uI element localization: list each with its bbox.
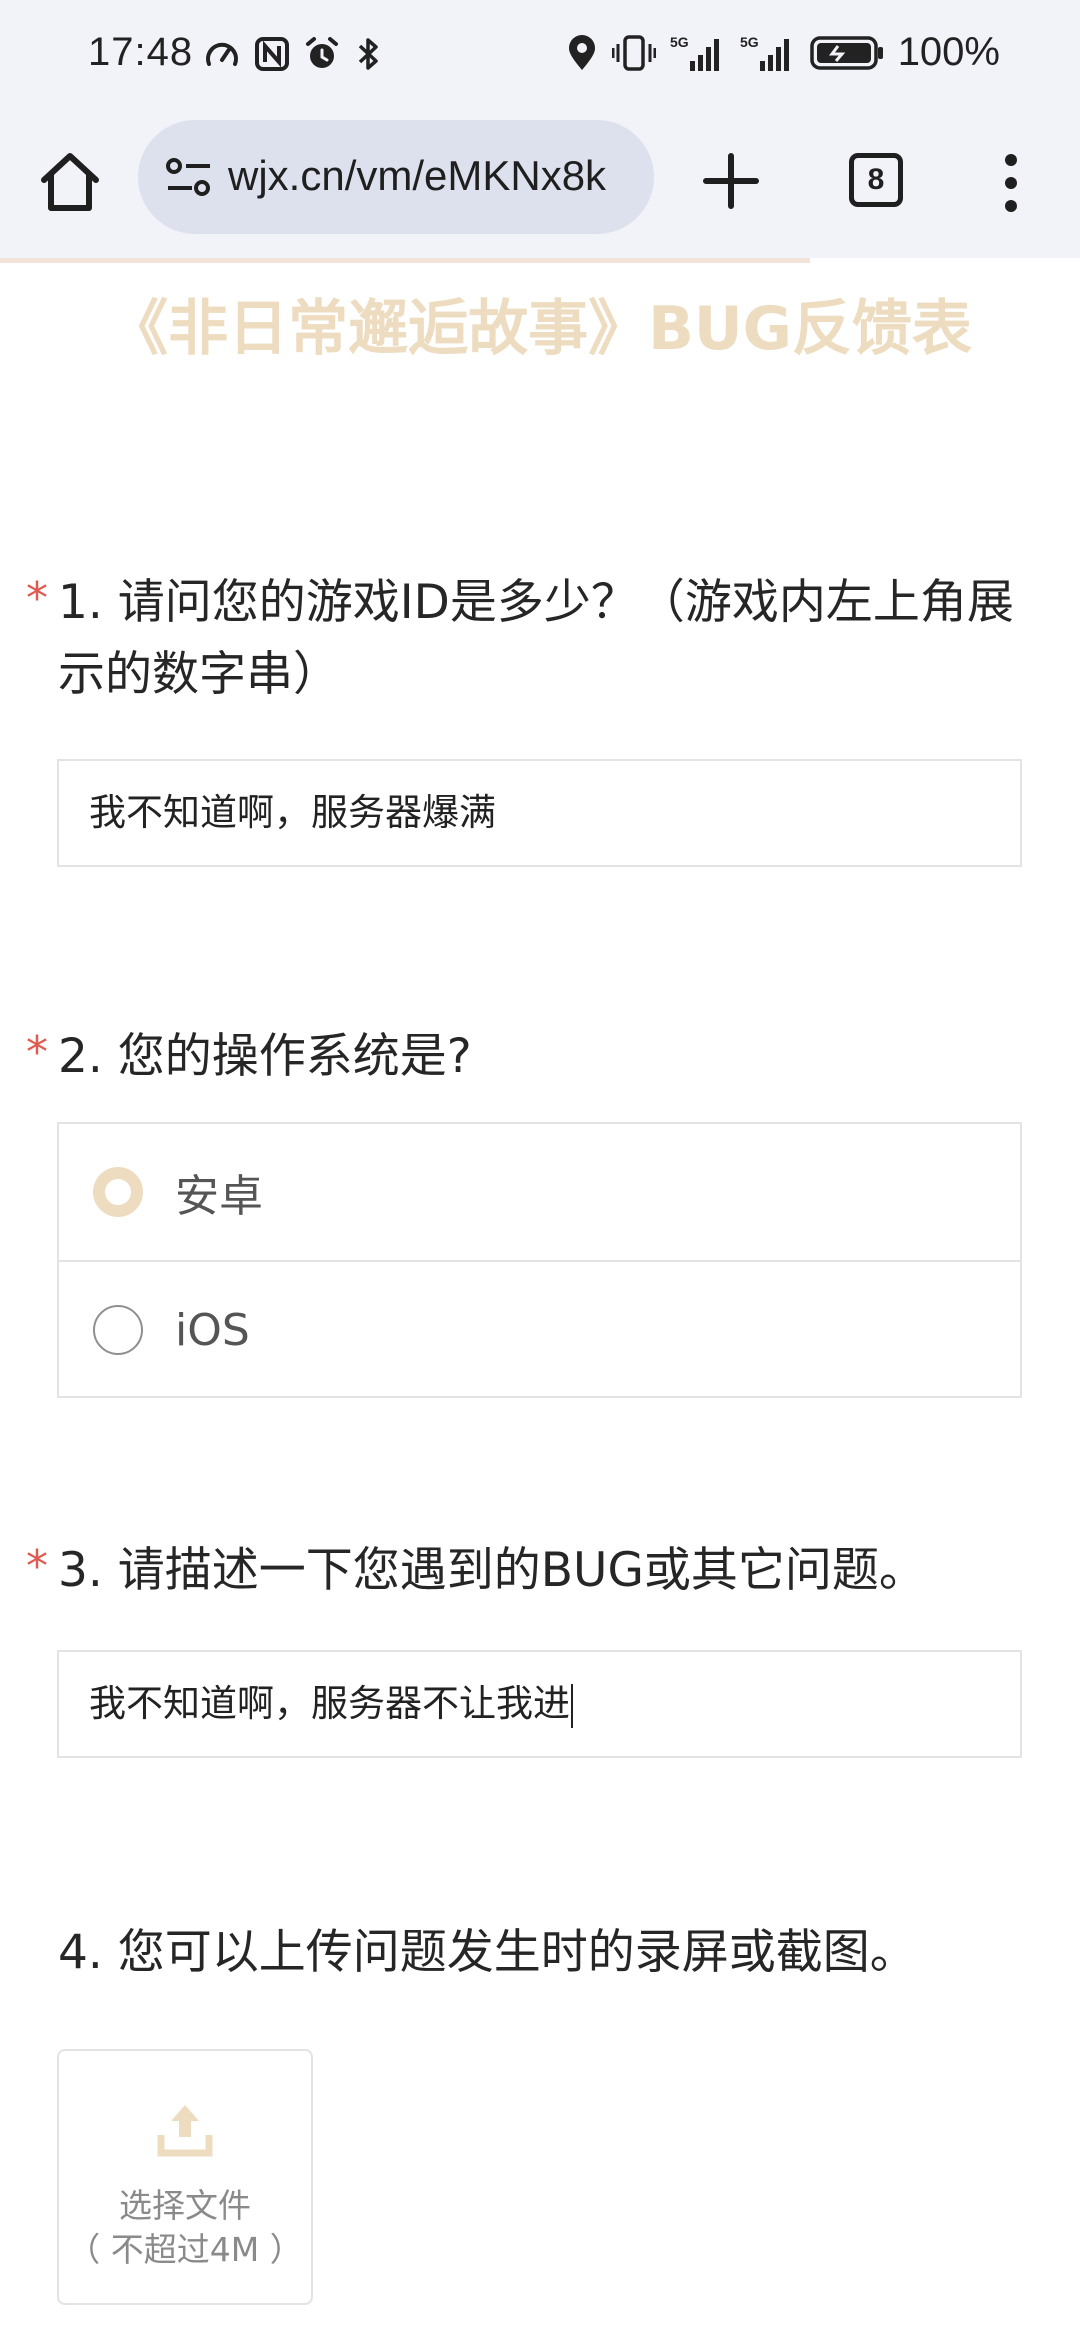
question-2-title: 2. 您的操作系统是? (58, 1021, 1018, 1093)
status-time: 17:48 (88, 30, 194, 74)
required-mark: * (26, 573, 48, 624)
address-bar[interactable]: wjx.cn/vm/eMKNx8k (138, 120, 654, 234)
browser-toolbar: wjx.cn/vm/eMKNx8k 8 (0, 110, 1080, 258)
required-mark: * (26, 1541, 48, 1592)
question-text: 请描述一下您遇到的BUG或其它问题。 (117, 1543, 926, 1598)
signal-5g-icon: 5G (670, 34, 719, 71)
form-title: 《非日常邂逅故事》BUG反馈表 (108, 294, 972, 364)
more-menu-icon[interactable] (1000, 152, 1022, 214)
question-text: 您的操作系统是? (117, 1029, 472, 1084)
status-bar: 17:48 5G 5G 100% (0, 0, 1080, 110)
site-settings-icon[interactable] (164, 156, 214, 200)
speedometer-icon (206, 42, 238, 66)
svg-text:5G: 5G (670, 34, 689, 50)
radio-label: iOS (175, 1304, 250, 1356)
question-1-title: 1. 请问您的游戏ID是多少？（游戏内左上角展示的数字串） (58, 567, 1018, 711)
new-tab-icon[interactable] (700, 150, 762, 212)
progress-fill (0, 258, 810, 263)
vibrate-icon (611, 34, 656, 71)
input-value: 我不知道啊，服务器不让我进 (89, 1682, 570, 1725)
question-number: 3. (58, 1543, 103, 1598)
question-4-title: 4. 您可以上传问题发生时的录屏或截图。 (58, 1917, 1018, 1989)
battery-percent: 100% (897, 30, 1000, 74)
input-value: 我不知道啊，服务器爆满 (89, 791, 496, 834)
bluetooth-icon (358, 38, 378, 70)
home-icon[interactable] (36, 148, 104, 216)
location-icon (568, 34, 595, 70)
question-3-title: 3. 请描述一下您遇到的BUG或其它问题。 (58, 1535, 1018, 1607)
upload-label: 选择文件 (119, 2186, 251, 2225)
status-left-icons (204, 36, 382, 72)
page-load-progress (0, 258, 1080, 263)
radio-label: 安卓 (175, 1171, 263, 1222)
question-number: 4. (58, 1925, 103, 1980)
upload-icon (157, 2105, 213, 2157)
required-mark: * (26, 1027, 48, 1078)
svg-text:5G: 5G (740, 34, 759, 50)
battery-icon (809, 35, 883, 70)
question-text: 请问您的游戏ID是多少？（游戏内左上角展示的数字串） (58, 575, 1014, 702)
radio-button[interactable] (93, 1305, 143, 1355)
status-right-icons: 5G 5G 100% (566, 30, 1000, 75)
file-upload-button[interactable]: 选择文件 （ 不超过4M ） (57, 2049, 313, 2305)
question-1-input[interactable]: 我不知道啊，服务器爆满 (57, 759, 1022, 867)
question-3-input[interactable]: 我不知道啊，服务器不让我进 (57, 1650, 1022, 1758)
question-number: 1. (58, 575, 103, 630)
text-cursor (571, 1683, 573, 1728)
upload-size-limit: （ 不超过4M ） (67, 2230, 303, 2269)
alarm-icon (306, 37, 338, 68)
signal-5g-icon: 5G (740, 34, 789, 71)
radio-option-ios[interactable]: iOS (59, 1260, 1020, 1398)
nfc-icon (255, 37, 289, 71)
tab-switcher-button[interactable]: 8 (849, 153, 903, 207)
question-2-radio-group: 安卓 iOS (57, 1122, 1022, 1398)
question-text: 您可以上传问题发生时的录屏或截图。 (117, 1925, 917, 1980)
url-text[interactable]: wjx.cn/vm/eMKNx8k (228, 152, 628, 200)
radio-button-selected[interactable] (93, 1167, 143, 1217)
question-number: 2. (58, 1029, 103, 1084)
radio-option-android[interactable]: 安卓 (59, 1124, 1020, 1260)
